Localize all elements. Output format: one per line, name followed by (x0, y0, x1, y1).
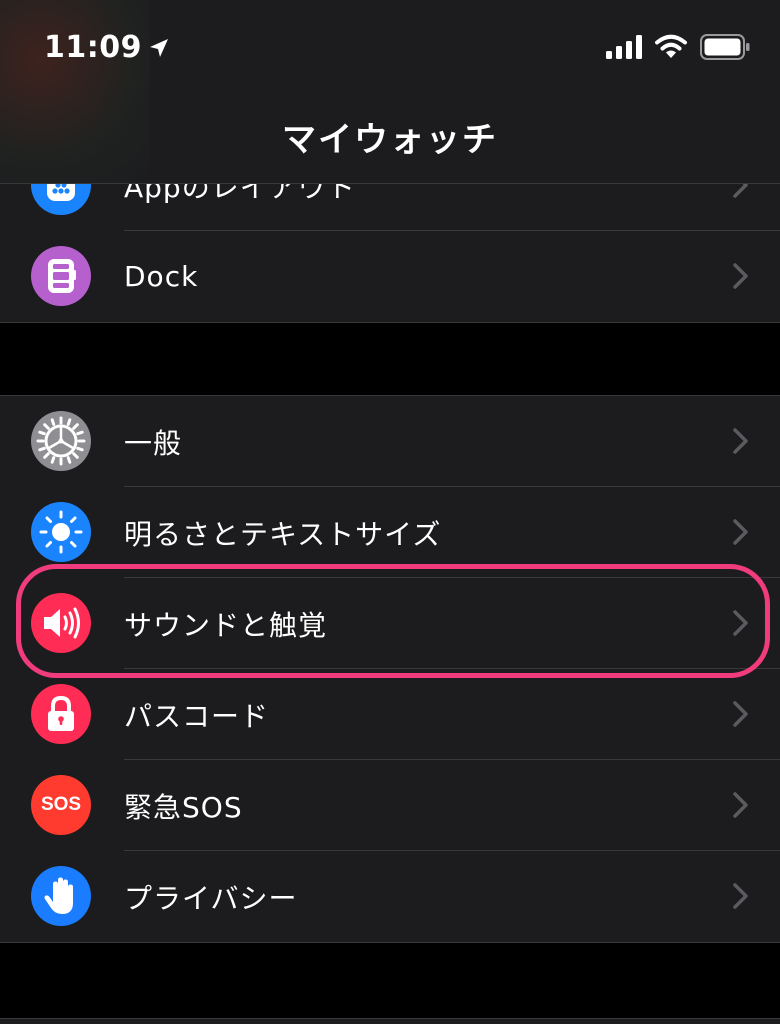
settings-row-passcode[interactable]: パスコード (0, 669, 780, 760)
cellular-signal-icon (606, 35, 642, 59)
brightness-icon (31, 502, 91, 562)
hand-icon (31, 866, 91, 926)
battery-icon (700, 34, 750, 60)
settings-group-general: 一般 明るさとテキストサイズ サウンドと触覚 パスコード SOS 緊急SOS プ… (0, 395, 780, 943)
settings-row-emergency-sos[interactable]: SOS 緊急SOS (0, 760, 780, 851)
settings-row-general[interactable]: 一般 (0, 396, 780, 487)
settings-row-privacy[interactable]: プライバシー (0, 851, 780, 942)
settings-row-label: Dock (124, 260, 199, 293)
page-title: マイウォッチ (282, 120, 498, 160)
next-group-edge (0, 1018, 780, 1024)
location-arrow-icon (150, 38, 168, 57)
settings-row-label: プライバシー (124, 881, 298, 915)
chevron-right-icon (733, 263, 748, 289)
settings-row-label: 緊急SOS (124, 790, 243, 824)
speaker-icon (31, 593, 91, 653)
status-time: 11:09 (44, 30, 170, 65)
wifi-icon (655, 34, 687, 58)
status-indicators (606, 34, 750, 60)
settings-row-dock[interactable]: Dock (0, 231, 780, 322)
screen: 11:09 マイウォッチ Appのレイアウト Dock 一般 明るさとテキストサ… (0, 0, 780, 1024)
chevron-right-icon (733, 519, 748, 545)
settings-row-label: 明るさとテキストサイズ (124, 517, 442, 551)
settings-row-label: パスコード (124, 699, 270, 733)
settings-row-brightness[interactable]: 明るさとテキストサイズ (0, 487, 780, 578)
dock-icon (31, 246, 91, 306)
settings-row-label: 一般 (124, 426, 183, 460)
gear-icon (31, 411, 91, 471)
status-time-text: 11:09 (44, 30, 142, 65)
sos-icon-text: SOS (40, 794, 82, 815)
chevron-right-icon (733, 428, 748, 454)
lock-icon (31, 684, 91, 744)
navigation-header: 11:09 マイウォッチ (0, 0, 780, 184)
settings-row-label: サウンドと触覚 (124, 608, 328, 642)
chevron-right-icon (733, 701, 748, 727)
chevron-right-icon (733, 883, 748, 909)
settings-row-sounds-haptics[interactable]: サウンドと触覚 (0, 578, 780, 669)
sos-icon: SOS (31, 775, 91, 835)
chevron-right-icon (733, 792, 748, 818)
chevron-right-icon (733, 610, 748, 636)
